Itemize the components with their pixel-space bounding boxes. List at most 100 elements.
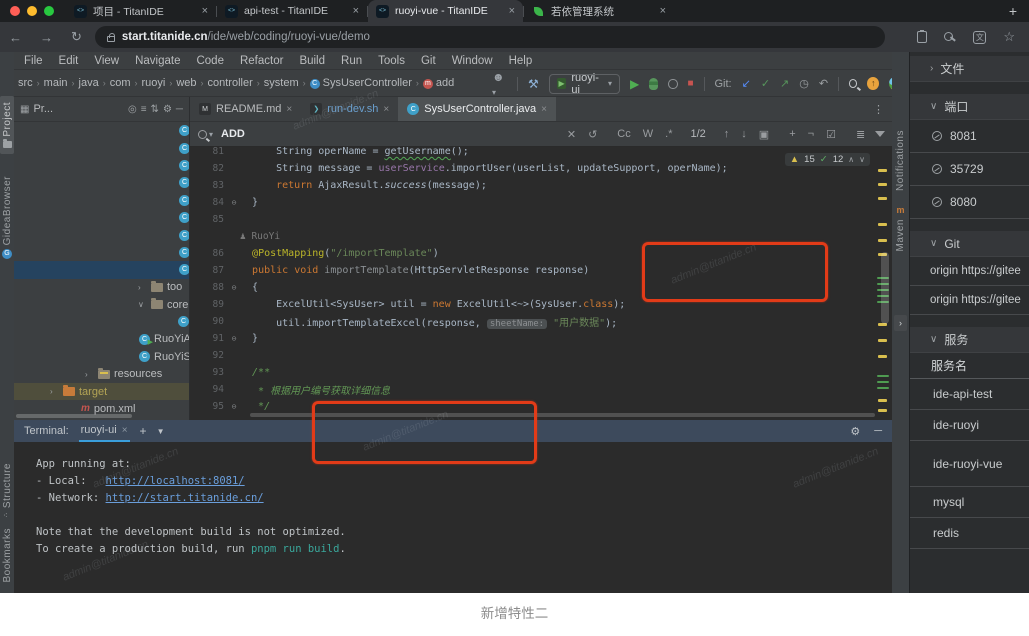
regex-toggle[interactable]: .* <box>663 128 674 140</box>
search-icon[interactable]: ▾ <box>198 130 213 139</box>
fold-marker-icon[interactable]: ⊖ <box>228 334 240 343</box>
stripe-gideabrowser-button[interactable]: GideaBrowser G <box>2 176 13 259</box>
whole-words-toggle[interactable]: W <box>641 128 655 140</box>
sidebar-section-services[interactable]: ∨服务 <box>910 327 1029 353</box>
add-filter-icon[interactable]: + <box>787 128 797 140</box>
sidebar-section-ports[interactable]: ∨端口 <box>910 94 1029 120</box>
fold-marker-icon[interactable]: ⊖ <box>228 198 240 207</box>
menu-help[interactable]: Help <box>502 55 540 67</box>
menu-tools[interactable]: Tools <box>371 55 412 67</box>
stripe-bookmarks-button[interactable]: Bookmarks <box>2 528 13 583</box>
git-update-icon[interactable]: ↙ <box>742 77 751 90</box>
tab-close-icon[interactable]: × <box>202 5 208 17</box>
breadcrumb-item[interactable]: web <box>176 77 196 89</box>
service-row[interactable]: redis <box>910 518 1029 549</box>
editor-tabs-more-icon[interactable]: ⋮ <box>865 103 892 116</box>
git-remote-row[interactable]: origin https://gitee <box>910 257 1029 286</box>
address-field[interactable]: start.titanide.cn/ide/web/coding/ruoyi-v… <box>95 26 885 48</box>
update-notification-icon[interactable]: ↑ <box>867 77 879 90</box>
exclude-filter-icon[interactable]: ¬ <box>806 128 816 140</box>
terminal-link[interactable]: http://start.titanide.cn/ <box>106 492 264 504</box>
menu-build[interactable]: Build <box>292 55 332 67</box>
search-history-icon[interactable]: ↺ <box>586 128 599 141</box>
clipboard-icon[interactable] <box>917 31 927 43</box>
git-push-icon[interactable]: ↗ <box>780 77 789 90</box>
terminal-settings-gear-icon[interactable]: ⚙ <box>850 425 860 438</box>
select-all-matches-icon[interactable]: ▣ <box>757 128 771 141</box>
expand-all-icon[interactable]: ≡ <box>141 104 147 115</box>
reload-icon[interactable]: ↻ <box>62 29 91 45</box>
stripe-notifications-button[interactable]: Notifications <box>895 130 906 191</box>
project-panel-title[interactable]: Pr... <box>33 103 53 115</box>
match-case-toggle[interactable]: Cc <box>615 128 632 140</box>
terminal-dropdown-icon[interactable]: ▼ <box>157 427 165 436</box>
tree-item[interactable]: CS <box>14 139 189 156</box>
clear-search-icon[interactable]: ✕ <box>565 128 578 141</box>
tree-item[interactable]: ›too <box>14 279 189 296</box>
service-row[interactable]: ide-ruoyi-vue <box>910 441 1029 487</box>
browser-tab-1[interactable]: <>api-test - TitanIDE× <box>217 0 367 22</box>
browser-tab-0[interactable]: <>项目 - TitanIDE× <box>66 0 216 22</box>
search-options-icon[interactable]: ≣ <box>854 128 867 141</box>
search-everywhere-icon[interactable] <box>849 79 857 88</box>
terminal-tab-close-icon[interactable]: × <box>122 425 128 436</box>
sidebar-section-git[interactable]: ∨Git <box>910 231 1029 257</box>
breadcrumb-item[interactable]: madd <box>423 77 454 89</box>
tree-item[interactable]: CS <box>14 226 189 243</box>
build-hammer-icon[interactable]: ⚒ <box>528 77 539 91</box>
error-stripe[interactable] <box>874 147 890 420</box>
project-hscrollbar[interactable] <box>16 414 132 418</box>
git-remote-row[interactable]: origin https://gitee <box>910 286 1029 315</box>
tab-close-icon[interactable]: × <box>383 104 389 115</box>
tree-item[interactable]: ›resources <box>14 365 189 382</box>
service-row[interactable]: mysql <box>910 487 1029 518</box>
port-row[interactable]: 8081 <box>910 120 1029 153</box>
terminal-minimize-icon[interactable]: ─ <box>874 425 882 438</box>
rollback-icon[interactable]: ↶ <box>819 77 828 90</box>
terminal-tab[interactable]: ruoyi-ui× <box>79 420 130 442</box>
stop-button[interactable]: ■ <box>688 78 694 89</box>
maximize-window-button[interactable] <box>44 6 54 16</box>
tree-item[interactable]: CSwa <box>14 313 189 330</box>
chevron-icon[interactable]: › <box>138 283 147 292</box>
tree-item[interactable]: CRuoYiSer <box>14 348 189 365</box>
close-window-button[interactable] <box>10 6 20 16</box>
menu-file[interactable]: File <box>17 55 50 67</box>
back-icon[interactable]: ← <box>0 30 31 45</box>
service-row[interactable]: ide-api-test <box>910 379 1029 410</box>
history-clock-icon[interactable]: ◷ <box>799 77 809 90</box>
hide-panel-icon[interactable]: ─ <box>176 104 183 115</box>
breadcrumb-item[interactable]: main <box>44 77 68 89</box>
minimize-window-button[interactable] <box>27 6 37 16</box>
filter-funnel-icon[interactable] <box>875 131 885 137</box>
tree-item[interactable]: CS <box>14 192 189 209</box>
translate-icon[interactable]: 文 <box>973 31 986 44</box>
menu-run[interactable]: Run <box>334 55 369 67</box>
menu-refactor[interactable]: Refactor <box>233 55 290 67</box>
password-key-icon[interactable] <box>944 31 956 43</box>
search-query[interactable]: ADD <box>221 128 245 140</box>
browser-tab-3[interactable]: 若依管理系统× <box>524 0 674 22</box>
service-row[interactable]: ide-ruoyi <box>910 410 1029 441</box>
run-config-select[interactable]: ▶ruoyi-ui▾ <box>549 74 620 94</box>
coverage-icon[interactable] <box>668 79 677 89</box>
new-terminal-icon[interactable]: + <box>140 424 147 438</box>
inspections-widget[interactable]: ▲15 ✓12 ∧∨ <box>785 153 870 166</box>
menu-edit[interactable]: Edit <box>52 55 86 67</box>
stripe-project-button[interactable]: Project <box>0 96 14 154</box>
breadcrumb-item[interactable]: ruoyi <box>141 77 165 89</box>
breadcrumb-item[interactable]: src <box>18 77 33 89</box>
fold-marker-icon[interactable]: ⊖ <box>228 283 240 292</box>
locate-file-icon[interactable]: ◎ <box>128 104 137 115</box>
include-filter-icon[interactable]: ☑ <box>824 128 838 141</box>
menu-git[interactable]: Git <box>414 55 443 67</box>
tree-item[interactable]: CS <box>14 122 189 139</box>
new-tab-button[interactable]: + <box>997 3 1029 19</box>
tab-close-icon[interactable]: × <box>509 5 515 17</box>
collapse-all-icon[interactable]: ⇅ <box>151 104 159 115</box>
tree-item[interactable]: CS <box>14 157 189 174</box>
tree-item[interactable]: CS <box>14 261 189 278</box>
tab-close-icon[interactable]: × <box>660 5 666 17</box>
breadcrumb-item[interactable]: controller <box>208 77 253 89</box>
breadcrumb-item[interactable]: java <box>79 77 99 89</box>
